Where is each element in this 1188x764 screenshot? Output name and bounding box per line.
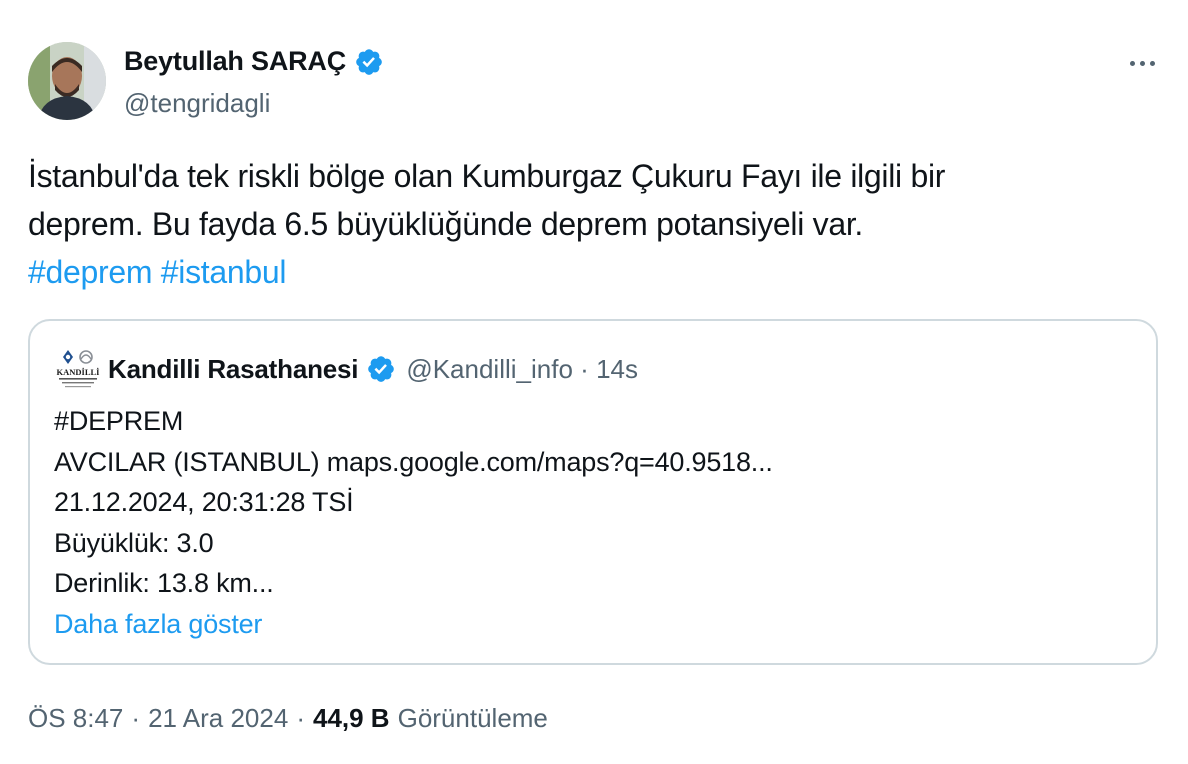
quoted-text-line: 21.12.2024, 20:31:28 TSİ xyxy=(54,487,354,517)
tweet-time[interactable]: ÖS 8:47 xyxy=(28,703,123,734)
quoted-tweet-header: KANDİLLİ Kandilli Rasathanesi @Kandilli_… xyxy=(54,347,638,391)
more-options-icon xyxy=(1139,60,1145,66)
logo-text: KANDİLLİ xyxy=(57,367,101,377)
show-more-link[interactable]: Daha fazla göster xyxy=(54,604,773,645)
hashtag-link[interactable]: #istanbul xyxy=(161,254,287,290)
quoted-tweet-text: #DEPREM AVCILAR (ISTANBUL) maps.google.c… xyxy=(54,401,773,644)
more-options-icon xyxy=(1149,60,1155,66)
quoted-tweet-card[interactable]: KANDİLLİ Kandilli Rasathanesi @Kandilli_… xyxy=(28,319,1158,665)
quoted-text-line: #DEPREM xyxy=(54,406,184,436)
views-label: Görüntüleme xyxy=(397,702,548,733)
author-name-text: Beytullah SARAÇ xyxy=(124,46,347,76)
tweet-hashtags: #deprem #istanbul xyxy=(28,248,1148,296)
tweet-text-line: deprem. Bu fayda 6.5 büyüklüğünde deprem… xyxy=(28,206,863,242)
footer-separator: · xyxy=(131,702,141,733)
footer-separator: · xyxy=(296,702,305,733)
views-count: 44,9 B xyxy=(312,702,390,733)
quoted-text-line: Büyüklük: 3.0 xyxy=(54,527,214,558)
author-handle[interactable]: @tengridagli xyxy=(124,88,270,119)
author-name[interactable]: Beytullah SARAÇ xyxy=(124,46,384,77)
quoted-meta: @Kandilli_info · 14s xyxy=(406,354,638,385)
quoted-author-handle[interactable]: @Kandilli_info xyxy=(406,354,573,384)
tweet-footer: ÖS 8:47 · 21 Ara 2024 · 44,9 B Görüntüle… xyxy=(28,700,548,736)
tweet-text-line: İstanbul'da tek riskli bölge olan Kumbur… xyxy=(28,158,946,194)
author-avatar[interactable] xyxy=(28,42,106,120)
kandilli-logo-icon: KANDİLLİ xyxy=(54,347,102,391)
quoted-timestamp[interactable]: 14s xyxy=(596,354,638,384)
hashtag-link[interactable]: #deprem xyxy=(28,254,153,290)
meta-separator: · xyxy=(580,353,589,384)
more-options-icon xyxy=(1129,60,1135,66)
tweet: Beytullah SARAÇ @tengridagli İstanbul'da… xyxy=(0,0,1188,764)
more-options-button[interactable] xyxy=(1122,52,1162,74)
quoted-author-name[interactable]: Kandilli Rasathanesi xyxy=(108,354,359,385)
quoted-text-line: Derinlik: 13.8 km... xyxy=(54,568,274,598)
verified-badge-icon xyxy=(368,356,395,382)
avatar-image xyxy=(28,42,106,120)
tweet-date[interactable]: 21 Ara 2024 xyxy=(148,703,288,734)
verified-badge-icon xyxy=(356,48,382,75)
quoted-account-logo[interactable]: KANDİLLİ xyxy=(54,347,102,391)
quoted-text-line: AVCILAR (ISTANBUL) maps.google.com/maps?… xyxy=(54,446,773,477)
tweet-text: İstanbul'da tek riskli bölge olan Kumbur… xyxy=(28,152,1148,296)
